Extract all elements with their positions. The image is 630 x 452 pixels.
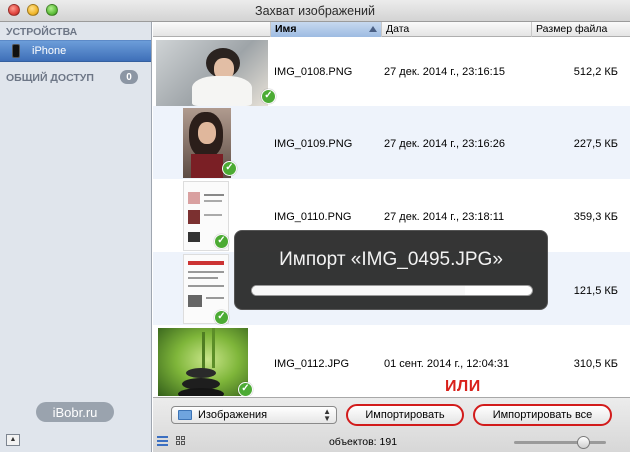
import-destination-select[interactable]: Изображения ▲ ▼ bbox=[171, 406, 337, 424]
sharing-count-badge: 0 bbox=[120, 70, 138, 84]
thumbnail-size-slider-knob[interactable] bbox=[577, 436, 590, 449]
size-column-header[interactable]: Размер файла bbox=[532, 22, 630, 37]
import-button[interactable]: Импортировать bbox=[346, 404, 464, 426]
import-progress-text: Импорт «IMG_0495.JPG» bbox=[279, 249, 503, 270]
iphone-icon bbox=[12, 44, 20, 58]
file-size: 359,3 КБ bbox=[573, 211, 618, 223]
eject-icon[interactable]: ▲ bbox=[6, 434, 20, 446]
file-date: 01 сент. 2014 г., 12:04:31 bbox=[384, 358, 510, 370]
close-button[interactable] bbox=[8, 4, 20, 16]
import-progress-bar bbox=[251, 285, 533, 296]
file-name: IMG_0108.PNG bbox=[274, 66, 353, 78]
imported-check-icon: ✓ bbox=[214, 310, 229, 325]
bottom-toolbar: ИЛИ Изображения ▲ ▼ Импортировать Импорти… bbox=[153, 378, 630, 452]
imported-check-icon: ✓ bbox=[261, 89, 276, 104]
file-list[interactable]: ✓ IMG_0108.PNG 27 дек. 2014 г., 23:16:15… bbox=[153, 38, 630, 396]
imported-check-icon: ✓ bbox=[238, 382, 253, 396]
date-column-header[interactable]: Дата bbox=[382, 22, 532, 37]
import-destination-value: Изображения bbox=[198, 409, 268, 421]
devices-header: УСТРОЙСТВА bbox=[6, 26, 78, 38]
sharing-header[interactable]: ОБЩИЙ ДОСТУП bbox=[6, 72, 94, 84]
sidebar-item-iphone[interactable]: iPhone bbox=[0, 40, 151, 62]
window-title: Захват изображений bbox=[255, 3, 375, 18]
table-row[interactable]: ✓ IMG_0108.PNG 27 дек. 2014 г., 23:16:15… bbox=[153, 38, 630, 111]
file-size: 227,5 КБ bbox=[573, 138, 618, 150]
name-column-label: Имя bbox=[275, 23, 297, 35]
column-header: Имя Дата Размер файла bbox=[153, 22, 630, 37]
date-column-label: Дата bbox=[386, 23, 410, 35]
folder-icon bbox=[178, 410, 192, 420]
thumbnail-image bbox=[158, 328, 248, 396]
sidebar-item-label: iPhone bbox=[32, 45, 67, 57]
import-progress-fill bbox=[252, 286, 465, 295]
thumbnail-column-header bbox=[153, 22, 271, 37]
or-annotation: ИЛИ bbox=[445, 378, 481, 395]
thumbnail-image bbox=[156, 40, 268, 106]
file-date: 27 дек. 2014 г., 23:16:26 bbox=[384, 138, 505, 150]
imported-check-icon: ✓ bbox=[222, 161, 237, 176]
file-size: 512,2 КБ bbox=[573, 66, 618, 78]
file-date: 27 дек. 2014 г., 23:16:15 bbox=[384, 66, 505, 78]
zoom-button[interactable] bbox=[46, 4, 58, 16]
file-date: 27 дек. 2014 г., 23:18:11 bbox=[384, 211, 505, 223]
import-all-button[interactable]: Импортировать все bbox=[473, 404, 612, 426]
name-column-header[interactable]: Имя bbox=[271, 22, 382, 37]
sort-ascending-icon bbox=[369, 26, 377, 32]
size-column-label: Размер файла bbox=[536, 23, 608, 35]
file-size: 121,5 КБ bbox=[573, 285, 618, 297]
window-controls bbox=[8, 4, 58, 16]
watermark: iBobr.ru bbox=[36, 402, 114, 422]
file-name: IMG_0110.PNG bbox=[274, 211, 352, 223]
table-row[interactable]: ✓ IMG_0112.JPG 01 сент. 2014 г., 12:04:3… bbox=[153, 325, 630, 396]
item-count: объектов: 191 bbox=[328, 436, 398, 448]
import-progress-hud: Импорт «IMG_0495.JPG» bbox=[234, 230, 548, 310]
file-size: 310,5 КБ bbox=[573, 358, 618, 370]
title-bar: Захват изображений bbox=[0, 0, 630, 22]
minimize-button[interactable] bbox=[27, 4, 39, 16]
file-name: IMG_0109.PNG bbox=[274, 138, 353, 150]
select-arrows-icon: ▲ ▼ bbox=[323, 407, 331, 423]
thumbnail-size-slider[interactable] bbox=[514, 441, 606, 444]
imported-check-icon: ✓ bbox=[214, 234, 229, 249]
file-name: IMG_0112.JPG bbox=[274, 358, 349, 370]
sidebar: УСТРОЙСТВА iPhone ОБЩИЙ ДОСТУП 0 iBobr.r… bbox=[0, 22, 152, 452]
table-row[interactable]: ✓ IMG_0109.PNG 27 дек. 2014 г., 23:16:26… bbox=[153, 106, 630, 179]
